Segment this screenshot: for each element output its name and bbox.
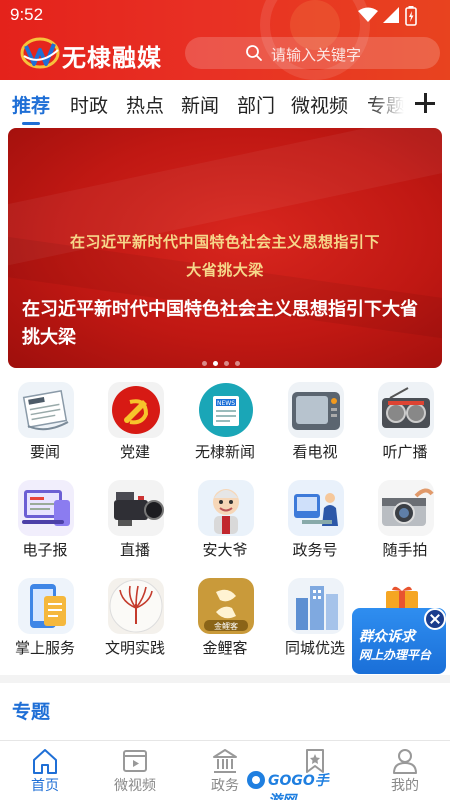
grid-item-live[interactable]: 直播: [90, 473, 180, 568]
grid-item-party-building[interactable]: 党建: [90, 375, 180, 470]
section-divider: [0, 675, 450, 683]
brand-name: 无棣融媒: [62, 44, 162, 72]
government-account-icon: [288, 480, 344, 536]
ad-line-1: 群众诉求: [359, 629, 415, 645]
grid-item-civilization-practice[interactable]: 文明实践: [90, 571, 180, 666]
grid-item-label: 掌上服务: [14, 639, 75, 657]
grid-item-headlines[interactable]: 要闻: [0, 375, 90, 470]
e-paper-icon: [18, 480, 74, 536]
search-icon: [246, 45, 262, 61]
nav-micro-video[interactable]: 微视频: [90, 741, 180, 800]
tab-politics[interactable]: 时政: [70, 91, 108, 118]
nav-label: 微视频: [114, 778, 156, 794]
active-tab-indicator: [22, 122, 40, 125]
grid-item-snapshot[interactable]: 随手拍: [360, 473, 450, 568]
grid-item-label: 要闻: [29, 443, 60, 461]
carousel-dot[interactable]: [224, 361, 229, 366]
grid-item-label: 同城优选: [284, 639, 345, 657]
grid-item-wudi-news[interactable]: NEWS 无棣新闻: [180, 375, 270, 470]
banner-carousel[interactable]: 在习近平新时代中国特色社会主义思想指引下 大省挑大梁 在习近平新时代中国特色社会…: [8, 128, 442, 368]
grid-item-label: 安大爷: [202, 541, 248, 559]
tab-micro-video[interactable]: 微视频: [291, 91, 348, 118]
grid-item-mobile-service[interactable]: 掌上服务: [0, 571, 90, 666]
tab-recommend[interactable]: 推荐: [12, 91, 50, 118]
app-root: 9:52 无棣融媒 请输入关键字 推荐 时政 热点 新闻 部门 微视频 在习近平…: [0, 0, 450, 800]
watermark-logo-icon: [247, 771, 265, 789]
grid-item-government-account[interactable]: 政务号: [270, 473, 360, 568]
status-bar: 9:52: [0, 0, 450, 30]
government-building-icon: [213, 749, 237, 773]
grid-item-label: 随手拍: [382, 541, 428, 559]
grid-item-city-select[interactable]: 同城优选: [270, 571, 360, 666]
signal-icon: [383, 7, 399, 23]
grid-item-label: 党建: [119, 443, 150, 461]
video-camera-icon: [108, 480, 164, 536]
grid-item-watch-tv[interactable]: 看电视: [270, 375, 360, 470]
golden-carp-icon: 金鲤客: [198, 578, 254, 634]
bottom-nav: 首页 微视频 政务 我的: [0, 740, 450, 800]
section-title: 专题: [12, 701, 51, 723]
newspaper-icon: [18, 382, 74, 438]
nav-label: 我的: [391, 778, 419, 794]
news-badge-icon: NEWS: [198, 382, 254, 438]
search-input[interactable]: 请输入关键字: [185, 37, 440, 69]
grid-item-label: 看电视: [292, 443, 338, 461]
nav-home[interactable]: 首页: [0, 741, 90, 800]
banner-poster-line-2: 大省挑大梁: [186, 261, 264, 279]
civilization-practice-icon: [108, 578, 164, 634]
ad-line-2: 网上办理平台: [359, 648, 432, 662]
grid-item-label: 政务号: [292, 541, 338, 559]
tv-icon: [288, 382, 344, 438]
tab-hot[interactable]: 热点: [126, 91, 164, 118]
wifi-icon: [358, 7, 378, 22]
status-time: 9:52: [10, 5, 44, 24]
video-icon: [123, 750, 147, 772]
carousel-dot-active[interactable]: [213, 361, 218, 366]
grid-item-radio[interactable]: 听广播: [360, 375, 450, 470]
grid-item-golden-carp[interactable]: 金鲤客 金鲤客: [180, 571, 270, 666]
nav-profile[interactable]: 我的: [360, 741, 450, 800]
camera-icon: [378, 480, 434, 536]
carousel-dots: [202, 351, 246, 368]
channel-tabs: 推荐 时政 热点 新闻 部门 微视频 专题: [0, 80, 450, 126]
tab-departments[interactable]: 部门: [237, 91, 275, 118]
grid-item-label: 文明实践: [104, 639, 165, 657]
carousel-dot[interactable]: [202, 361, 207, 366]
grid-item-label: 金鲤客: [202, 639, 248, 657]
brand-logo-icon: [20, 37, 60, 69]
banner-caption: 在习近平新时代中国特色社会主义思想指引下大省挑大梁: [22, 299, 418, 348]
header: 9:52 无棣融媒 请输入关键字: [0, 0, 450, 80]
svg-text:NEWS: NEWS: [217, 400, 235, 407]
grid-item-label: 电子报: [22, 541, 68, 559]
grid-item-uncle-an[interactable]: 安大爷: [180, 473, 270, 568]
grid-item-e-paper[interactable]: 电子报: [0, 473, 90, 568]
user-icon: [393, 749, 417, 774]
search-placeholder: 请输入关键字: [271, 46, 362, 64]
watermark-text: GOGO手游网: [268, 773, 329, 800]
golden-carp-icon-text: 金鲤客: [214, 621, 238, 631]
add-channel-icon[interactable]: [414, 92, 436, 114]
mobile-service-icon: [18, 578, 74, 634]
grid-item-label: 直播: [119, 541, 150, 559]
battery-icon: [405, 6, 417, 26]
grid-item-label: 听广播: [382, 443, 428, 461]
party-emblem-icon: [108, 382, 164, 438]
close-ad-icon[interactable]: [424, 608, 446, 630]
nav-label: 首页: [31, 778, 59, 794]
home-icon: [33, 749, 57, 774]
grandpa-icon: [198, 480, 254, 536]
tab-fade: [368, 80, 408, 126]
tab-news[interactable]: 新闻: [181, 91, 219, 118]
carousel-dot[interactable]: [235, 361, 240, 366]
city-select-icon: [288, 578, 344, 634]
grid-item-label: 无棣新闻: [194, 443, 255, 461]
radio-icon: [378, 382, 434, 438]
watermark: GOGO手游网: [246, 766, 336, 800]
banner-poster-line-1: 在习近平新时代中国特色社会主义思想指引下: [69, 233, 380, 251]
